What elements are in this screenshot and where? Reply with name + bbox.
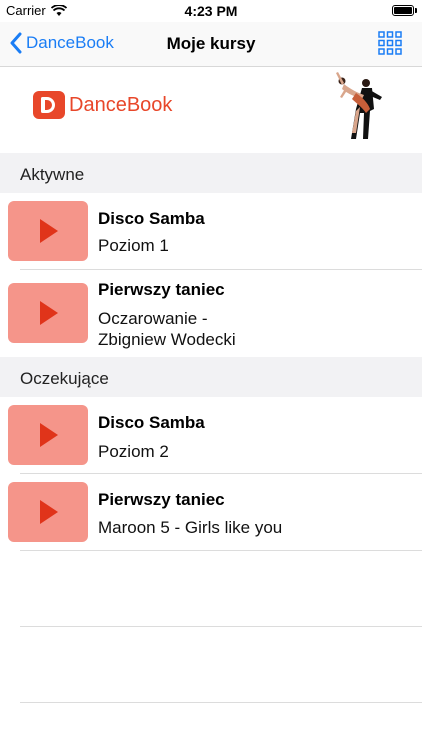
course-subtitle: Maroon 5 - Girls like you (98, 518, 283, 537)
section-title: Aktywne (20, 165, 85, 184)
status-time: 4:23 PM (184, 3, 238, 19)
battery-tip (415, 8, 417, 13)
dancers-illustration (336, 72, 382, 139)
logo-text-part1: Dance (69, 93, 127, 116)
course-subtitle: Poziom 1 (98, 236, 169, 255)
row-divider (20, 550, 422, 551)
play-icon (40, 500, 58, 524)
play-icon (40, 301, 58, 325)
course-title: Pierwszy taniec (98, 280, 225, 299)
play-icon (40, 423, 58, 447)
course-subtitle: Poziom 2 (98, 442, 169, 461)
section-header-active: Aktywne (0, 153, 422, 193)
course-thumbnail (8, 482, 88, 542)
section-header-pending: Oczekujące (0, 357, 422, 397)
course-title: Disco Samba (98, 209, 205, 228)
header-banner: DanceBook (0, 67, 422, 152)
logo-text-part2: Book (126, 93, 173, 116)
play-icon (40, 219, 58, 243)
course-title: Disco Samba (98, 413, 205, 432)
status-bar: Carrier 4:23 PM (0, 0, 422, 22)
course-thumbnail (8, 405, 88, 465)
battery-icon (392, 5, 414, 16)
dancebook-logo: DanceBook (33, 91, 172, 119)
course-subtitle: Oczarowanie - (98, 309, 208, 328)
course-row[interactable]: Disco Samba Poziom 1 (0, 193, 422, 269)
course-thumbnail (8, 201, 88, 261)
course-row[interactable]: Disco Samba Poziom 2 (0, 397, 422, 473)
course-row[interactable]: Pierwszy taniec Oczarowanie - Zbigniew W… (0, 270, 422, 356)
page-title: Moje kursy (166, 34, 256, 53)
course-row[interactable]: Pierwszy taniec Maroon 5 - Girls like yo… (0, 474, 422, 550)
logo-text: DanceBook (69, 94, 172, 117)
row-divider (20, 626, 422, 627)
course-subtitle-line2: Zbigniew Wodecki (98, 330, 236, 349)
logo-mark-icon (33, 91, 65, 119)
grid-icon[interactable] (378, 31, 402, 55)
course-thumbnail (8, 283, 88, 343)
section-title: Oczekujące (20, 369, 109, 388)
row-divider (20, 702, 422, 703)
navigation-bar: DanceBook Moje kursy (0, 22, 422, 67)
course-title: Pierwszy taniec (98, 490, 225, 509)
